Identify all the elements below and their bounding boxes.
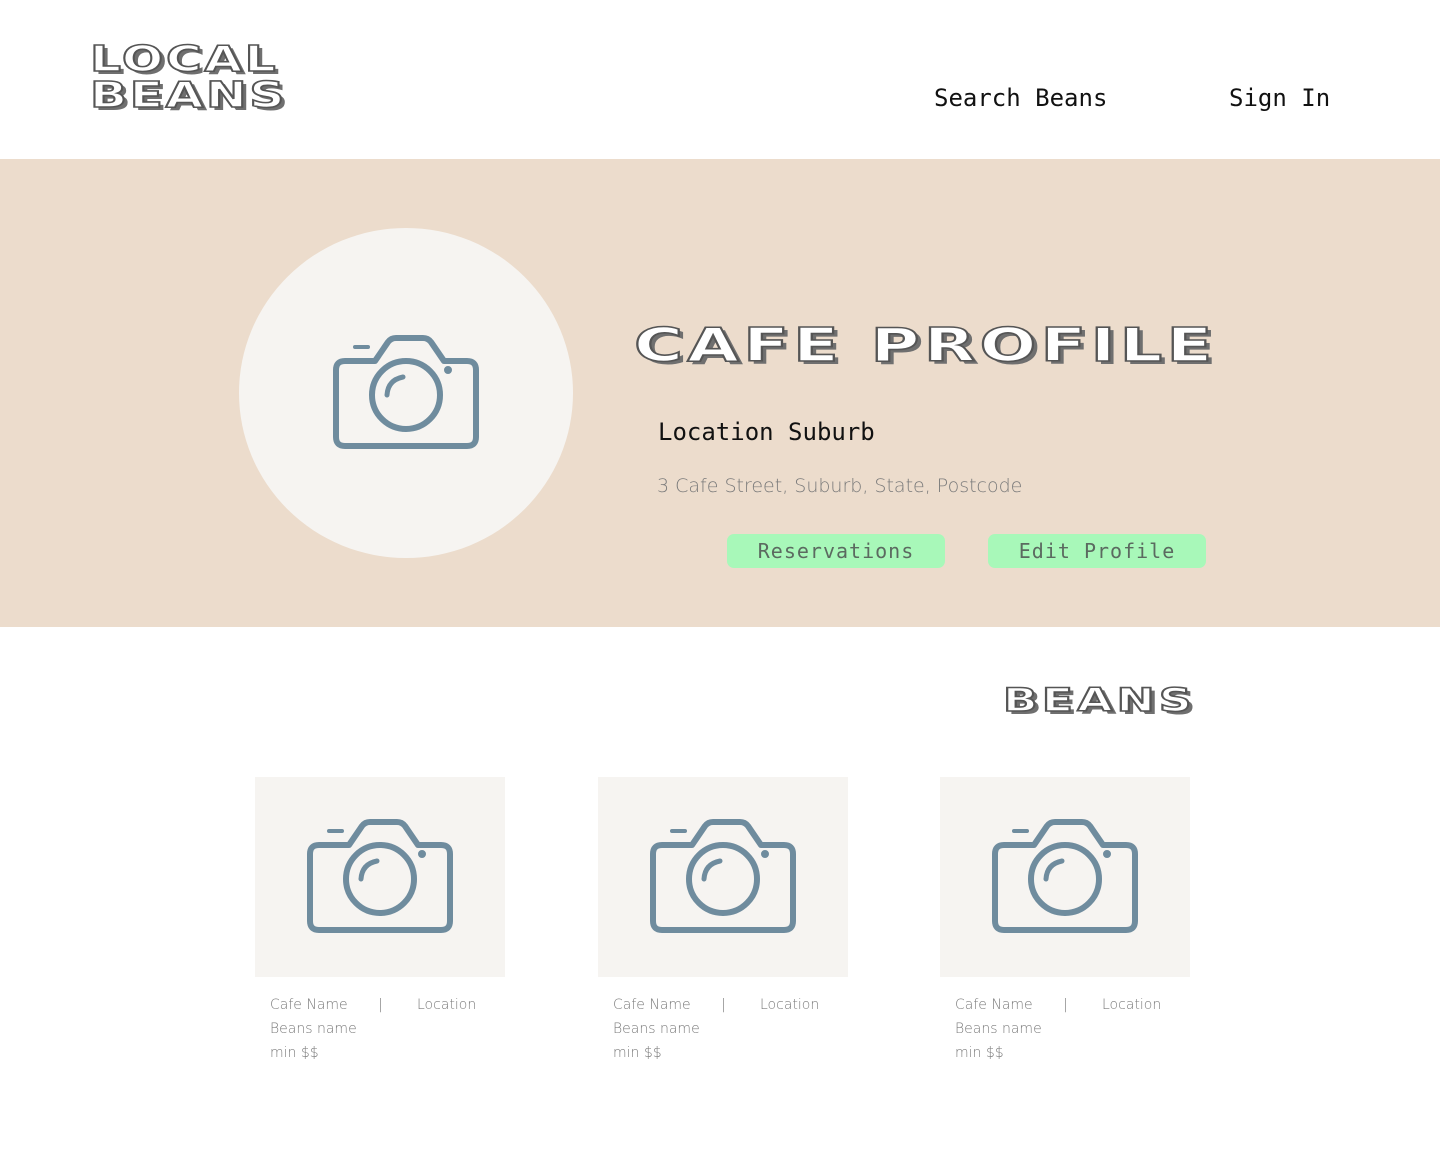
- logo-line-1: LOCAL: [89, 39, 279, 80]
- site-header: LOCAL BEANS Search Beans Sign In: [0, 0, 1440, 159]
- min-price: min $$: [270, 1045, 319, 1061]
- beans-name: Beans name: [613, 1021, 700, 1037]
- card-row-name-location: Cafe Name | Location: [955, 996, 1190, 1020]
- card-row-name-location: Cafe Name | Location: [613, 996, 848, 1020]
- camera-icon: [650, 819, 796, 933]
- separator: |: [1063, 997, 1068, 1013]
- camera-icon: [307, 819, 453, 933]
- bean-card-info: Cafe Name | Location Beans name min $$: [598, 996, 848, 1068]
- edit-profile-button[interactable]: Edit Profile: [988, 534, 1206, 568]
- camera-icon: [333, 335, 479, 449]
- logo-line-2: BEANS: [89, 75, 288, 116]
- location-suburb: Location Suburb: [658, 418, 875, 446]
- page-title: CAFE PROFILE: [633, 318, 1217, 372]
- cafe-location: Location: [1102, 997, 1162, 1013]
- bean-card-info: Cafe Name | Location Beans name min $$: [255, 996, 505, 1068]
- cafe-name[interactable]: Cafe Name: [955, 997, 1033, 1013]
- cafe-name[interactable]: Cafe Name: [270, 997, 348, 1013]
- bean-card[interactable]: Cafe Name | Location Beans name min $$: [598, 777, 848, 1068]
- logo[interactable]: LOCAL BEANS: [89, 41, 290, 115]
- separator: |: [721, 997, 726, 1013]
- cafe-location: Location: [760, 997, 820, 1013]
- beans-name: Beans name: [955, 1021, 1042, 1037]
- min-price: min $$: [955, 1045, 1004, 1061]
- card-row-name-location: Cafe Name | Location: [270, 996, 505, 1020]
- bean-card-image[interactable]: [255, 777, 505, 977]
- bean-card-info: Cafe Name | Location Beans name min $$: [940, 996, 1190, 1068]
- nav-sign-in[interactable]: Sign In: [1229, 84, 1330, 112]
- bean-card[interactable]: Cafe Name | Location Beans name min $$: [940, 777, 1190, 1068]
- nav-search-beans[interactable]: Search Beans: [934, 84, 1107, 112]
- beans-section-title: BEANS: [1002, 681, 1196, 719]
- cafe-name[interactable]: Cafe Name: [613, 997, 691, 1013]
- min-price: min $$: [613, 1045, 662, 1061]
- camera-icon: [992, 819, 1138, 933]
- cafe-profile-hero: CAFE PROFILE Location Suburb 3 Cafe Stre…: [0, 159, 1440, 627]
- cafe-address: 3 Cafe Street, Suburb, State, Postcode: [657, 475, 1023, 497]
- profile-avatar[interactable]: [239, 228, 573, 558]
- bean-card-image[interactable]: [598, 777, 848, 977]
- bean-card-image[interactable]: [940, 777, 1190, 977]
- beans-name: Beans name: [270, 1021, 357, 1037]
- page: LOCAL BEANS Search Beans Sign In CAFE PR…: [0, 0, 1440, 1164]
- reservations-button[interactable]: Reservations: [727, 534, 945, 568]
- cafe-location: Location: [417, 997, 477, 1013]
- bean-card[interactable]: Cafe Name | Location Beans name min $$: [255, 777, 505, 1068]
- separator: |: [378, 997, 383, 1013]
